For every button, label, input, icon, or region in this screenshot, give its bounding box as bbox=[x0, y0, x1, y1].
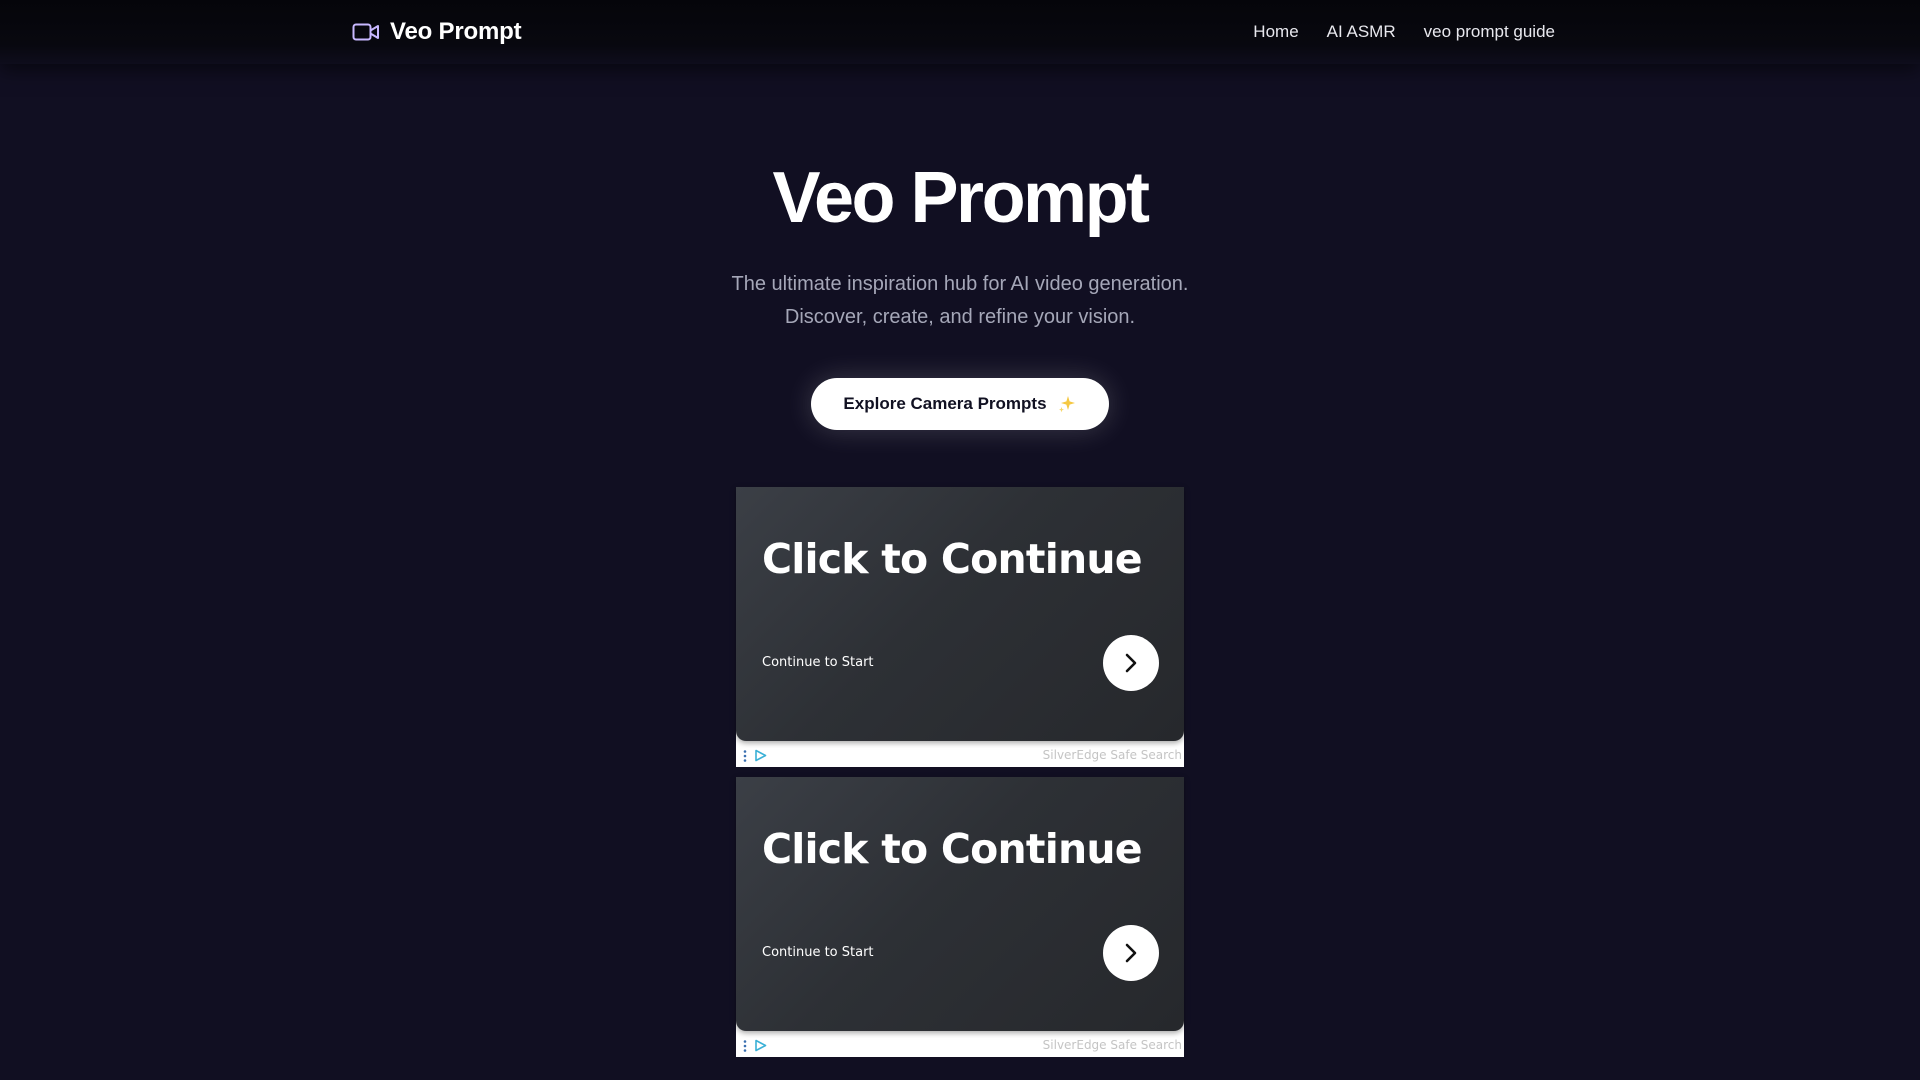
explore-camera-prompts-button[interactable]: Explore Camera Prompts bbox=[811, 378, 1109, 430]
brand-logo-link[interactable]: Veo Prompt bbox=[352, 0, 522, 64]
ad-subtext: Continue to Start bbox=[762, 655, 874, 670]
ad-subtext: Continue to Start bbox=[762, 945, 874, 960]
ad-banner-2[interactable]: Click to Continue Continue to Start Silv… bbox=[736, 777, 1184, 1057]
cta-label: Explore Camera Prompts bbox=[843, 394, 1047, 413]
ad-headline: Click to Continue bbox=[762, 535, 1143, 583]
nav-link-veo-prompt-guide[interactable]: veo prompt guide bbox=[1424, 22, 1555, 42]
chevron-right-icon bbox=[1125, 943, 1137, 963]
ad-choices-icon[interactable] bbox=[754, 749, 767, 762]
ad-card[interactable]: Click to Continue Continue to Start bbox=[736, 777, 1184, 1031]
ad-choices-icon[interactable] bbox=[754, 1039, 767, 1052]
nav-link-ai-asmr[interactable]: AI ASMR bbox=[1327, 22, 1396, 42]
ad-sponsor-label[interactable]: SilverEdge Safe Search bbox=[1043, 1038, 1182, 1052]
ad-banner-1[interactable]: Click to Continue Continue to Start Silv… bbox=[736, 487, 1184, 767]
hero-subtitle-line-1: The ultimate inspiration hub for AI vide… bbox=[731, 273, 1189, 295]
video-camera-icon bbox=[352, 23, 379, 41]
sparkles-icon bbox=[1058, 396, 1075, 413]
ad-card[interactable]: Click to Continue Continue to Start bbox=[736, 487, 1184, 741]
chevron-right-icon bbox=[1125, 653, 1137, 673]
kebab-menu-icon[interactable] bbox=[743, 1040, 747, 1052]
kebab-menu-icon[interactable] bbox=[743, 750, 747, 762]
hero-section: Veo Prompt The ultimate inspiration hub … bbox=[0, 150, 1920, 430]
hero-title: Veo Prompt bbox=[772, 158, 1150, 238]
ad-footer: SilverEdge Safe Search bbox=[736, 741, 1184, 767]
ad-continue-button[interactable] bbox=[1103, 925, 1159, 981]
top-navbar: Veo Prompt Home AI ASMR veo prompt guide bbox=[0, 0, 1920, 64]
nav-links: Home AI ASMR veo prompt guide bbox=[1253, 0, 1555, 64]
brand-name: Veo Prompt bbox=[390, 18, 522, 45]
hero-subtitle-line-2: Discover, create, and refine your vision… bbox=[784, 306, 1136, 328]
ad-sponsor-label[interactable]: SilverEdge Safe Search bbox=[1043, 748, 1182, 762]
nav-link-home[interactable]: Home bbox=[1253, 22, 1298, 42]
ad-continue-button[interactable] bbox=[1103, 635, 1159, 691]
ad-footer: SilverEdge Safe Search bbox=[736, 1031, 1184, 1057]
hero-subtitle: The ultimate inspiration hub for AI vide… bbox=[0, 268, 1920, 334]
ad-headline: Click to Continue bbox=[762, 825, 1143, 873]
